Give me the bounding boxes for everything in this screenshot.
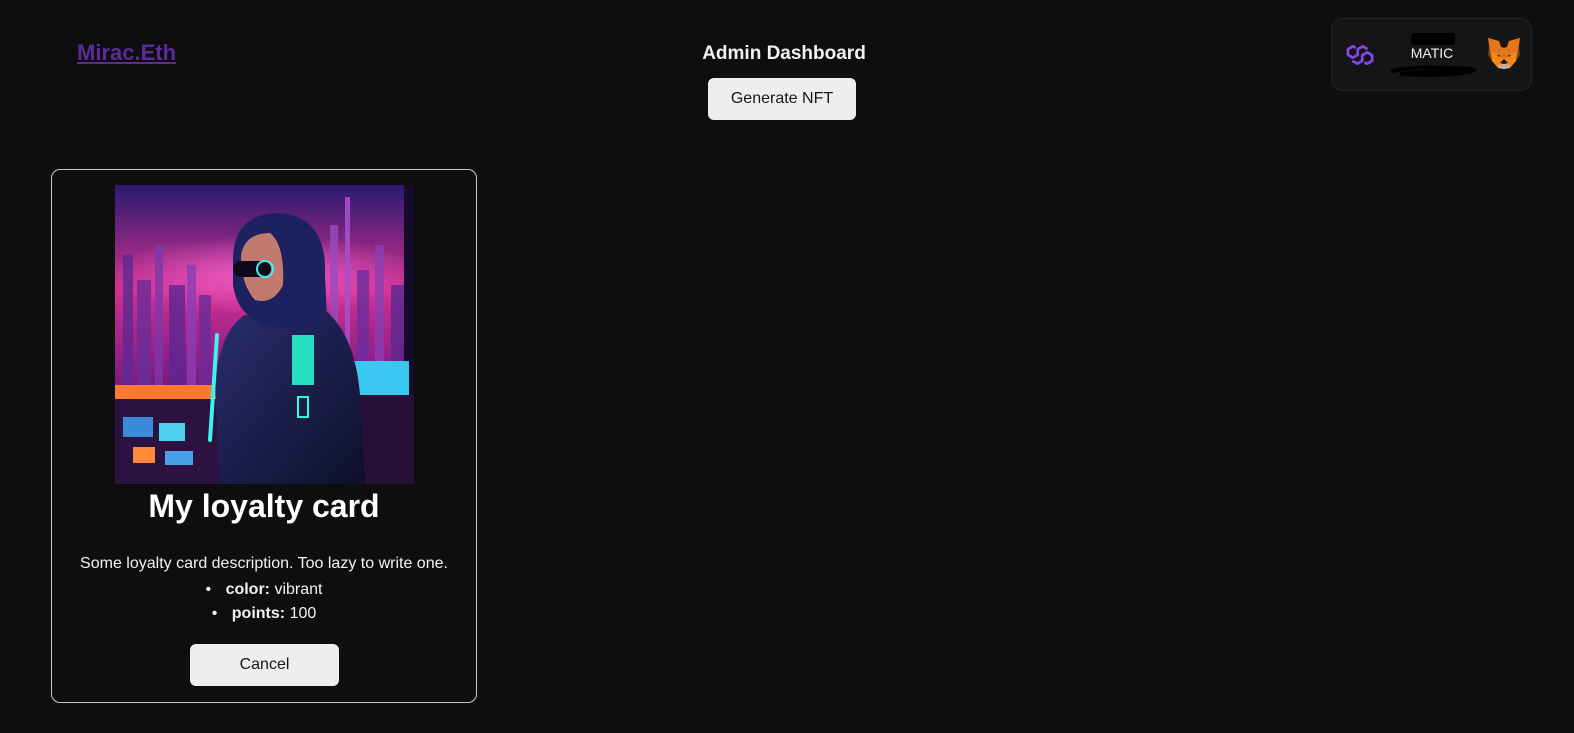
polygon-icon bbox=[1346, 44, 1374, 66]
attribute-key: points: bbox=[231, 605, 286, 622]
attribute-points: • points: 100 bbox=[52, 602, 476, 626]
attribute-list: • color: vibrant • points: 100 bbox=[52, 578, 476, 626]
attribute-value: 100 bbox=[289, 605, 317, 622]
cyberpunk-hooded-figure-image bbox=[115, 185, 414, 484]
card-description: Some loyalty card description. Too lazy … bbox=[80, 555, 448, 572]
cancel-button[interactable]: Cancel bbox=[190, 644, 339, 686]
generate-nft-button[interactable]: Generate NFT bbox=[708, 78, 856, 120]
attribute-color: • color: vibrant bbox=[52, 578, 476, 602]
redacted-address bbox=[1391, 65, 1476, 77]
page: Mirac.Eth Admin Dashboard Generate NFT M… bbox=[0, 0, 1574, 733]
attribute-key: color: bbox=[225, 581, 271, 598]
bullet: • bbox=[211, 605, 218, 622]
wallet-info: MATIC bbox=[1388, 27, 1476, 83]
attribute-value: vibrant bbox=[274, 581, 323, 598]
metamask-fox-icon bbox=[1488, 38, 1520, 69]
redacted-balance bbox=[1411, 33, 1455, 45]
wallet-connect-button[interactable]: MATIC bbox=[1331, 18, 1532, 91]
token-symbol: MATIC bbox=[1410, 45, 1454, 61]
card-title: My loyalty card bbox=[148, 488, 380, 524]
nft-preview-card: My loyalty card Some loyalty card descri… bbox=[51, 169, 477, 703]
bullet: • bbox=[205, 581, 212, 598]
